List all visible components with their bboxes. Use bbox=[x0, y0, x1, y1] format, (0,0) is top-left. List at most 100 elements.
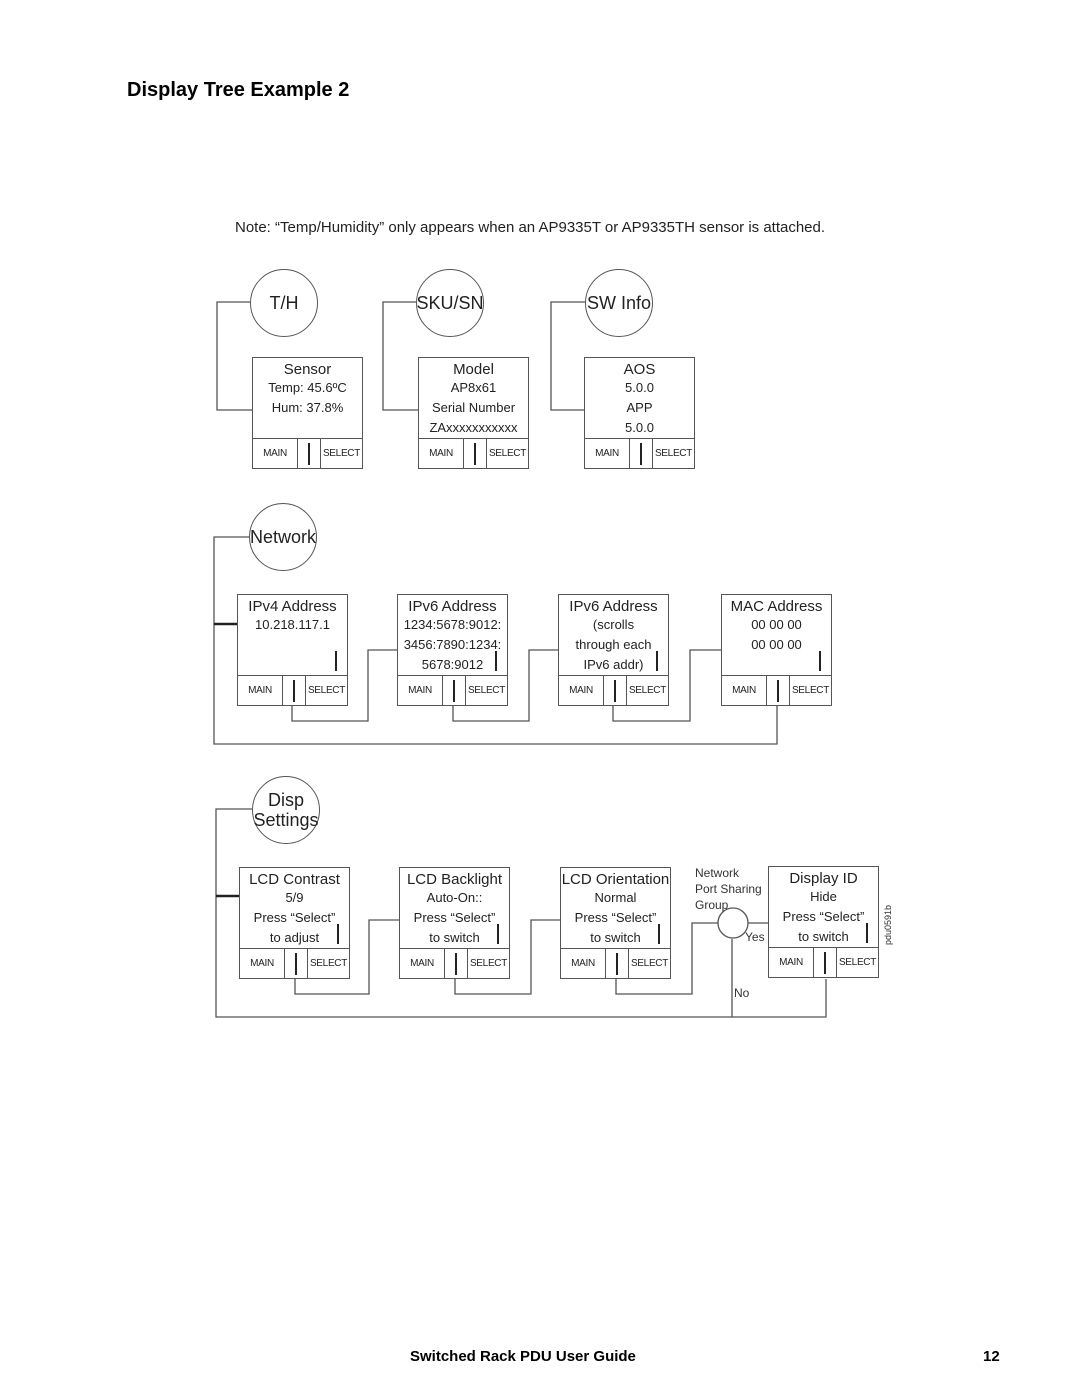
select-button[interactable]: SELECT bbox=[629, 949, 670, 978]
screen-buttons: MAIN SELECT bbox=[240, 948, 349, 978]
connector-th bbox=[216, 301, 252, 411]
decision-label: Network Port Sharing Group bbox=[695, 866, 762, 912]
main-button[interactable]: MAIN bbox=[253, 439, 298, 468]
node-sw-info: SW Info bbox=[585, 269, 653, 337]
screen-title: LCD Orientation bbox=[561, 871, 670, 888]
screen-backlight: LCD Backlight Auto-On:: Press “Select” to s… bbox=[399, 867, 510, 979]
scroll-button[interactable] bbox=[604, 676, 627, 705]
screen-buttons: MAIN SELECT bbox=[398, 675, 507, 705]
select-button[interactable]: SELECT bbox=[790, 676, 831, 705]
scroll-button[interactable] bbox=[767, 676, 790, 705]
screen-buttons: MAIN SELECT bbox=[561, 948, 670, 978]
select-button[interactable]: SELECT bbox=[321, 439, 362, 468]
screen-buttons: MAIN SELECT bbox=[559, 675, 668, 705]
select-button[interactable]: SELECT bbox=[306, 676, 347, 705]
screen-line: 00 00 00 bbox=[751, 637, 802, 652]
connector-sku bbox=[382, 301, 418, 411]
cursor-bar-icon bbox=[335, 651, 337, 671]
screen-title: IPv6 Address bbox=[408, 598, 497, 615]
node-disp-settings: Disp Settings bbox=[252, 776, 320, 844]
screen-line: 10.218.117.1 bbox=[255, 617, 330, 632]
screen-line: APP bbox=[626, 400, 653, 415]
figure-code: pdu0591b bbox=[883, 904, 893, 945]
screen-buttons: MAIN SELECT bbox=[238, 675, 347, 705]
screen-line: Temp: 45.6ºC bbox=[268, 380, 347, 395]
screen-display: LCD Backlight Auto-On:: Press “Select” to s… bbox=[400, 868, 509, 950]
screen-title: LCD Backlight bbox=[406, 871, 503, 888]
select-button[interactable]: SELECT bbox=[653, 439, 694, 468]
scroll-button[interactable] bbox=[445, 949, 468, 978]
scroll-button[interactable] bbox=[630, 439, 653, 468]
screen-display: AOS 5.0.0 APP 5.0.0 bbox=[585, 358, 694, 440]
select-button[interactable]: SELECT bbox=[487, 439, 528, 468]
main-button[interactable]: MAIN bbox=[585, 439, 630, 468]
screen-line: to switch bbox=[590, 930, 641, 945]
main-button[interactable]: MAIN bbox=[238, 676, 283, 705]
screen-aos: AOS 5.0.0 APP 5.0.0 MAIN SELECT bbox=[584, 357, 695, 469]
screen-line: Hide bbox=[810, 889, 837, 904]
connector-sw bbox=[550, 301, 586, 411]
screen-title: Model bbox=[453, 361, 494, 378]
screen-ipv6a: IPv6 Address 1234:5678:9012: 3456:7890:123… bbox=[397, 594, 508, 706]
screen-line: Serial Number bbox=[431, 400, 516, 415]
scroll-button[interactable] bbox=[606, 949, 629, 978]
main-button[interactable]: MAIN bbox=[722, 676, 767, 705]
screen-sensor: Sensor Temp: 45.6ºC Hum: 37.8% MAIN SELECT bbox=[252, 357, 363, 469]
screen-display: Sensor Temp: 45.6ºC Hum: 37.8% bbox=[253, 358, 362, 440]
screen-line: Press “Select” bbox=[782, 909, 865, 924]
screen-display: LCD Orientation Normal Press “Select” to sw… bbox=[561, 868, 670, 950]
scroll-button[interactable] bbox=[285, 949, 308, 978]
screen-line: to switch bbox=[798, 929, 849, 944]
cursor-bar-icon bbox=[337, 924, 339, 944]
main-button[interactable]: MAIN bbox=[559, 676, 604, 705]
select-button[interactable]: SELECT bbox=[308, 949, 349, 978]
scroll-button[interactable] bbox=[298, 439, 321, 468]
cursor-bar-icon bbox=[866, 923, 868, 943]
screen-line: (scrolls bbox=[592, 617, 635, 632]
screen-ipv4: IPv4 Address 10.218.117.1 MAIN SELECT bbox=[237, 594, 348, 706]
main-button[interactable]: MAIN bbox=[398, 676, 443, 705]
node-temp-humidity: T/H bbox=[250, 269, 318, 337]
screen-line: to adjust bbox=[269, 930, 320, 945]
screen-display: IPv4 Address 10.218.117.1 bbox=[238, 595, 347, 677]
screen-title: IPv6 Address bbox=[569, 598, 658, 615]
scroll-button[interactable] bbox=[283, 676, 306, 705]
main-button[interactable]: MAIN bbox=[240, 949, 285, 978]
cursor-bar-icon bbox=[497, 924, 499, 944]
screen-mac: MAC Address 00 00 00 00 00 00 MAIN SELECT bbox=[721, 594, 832, 706]
screen-displayid: Display ID Hide Press “Select” to switch MAI… bbox=[768, 866, 879, 978]
screen-line: Auto-On:: bbox=[426, 890, 483, 905]
screen-display: IPv6 Address (scrolls through each IPv6 add… bbox=[559, 595, 668, 677]
screen-buttons: MAIN SELECT bbox=[400, 948, 509, 978]
screen-line: Press “Select” bbox=[253, 910, 336, 925]
scroll-button[interactable] bbox=[814, 948, 837, 977]
screen-buttons: MAIN SELECT bbox=[585, 438, 694, 468]
screen-line: ZAxxxxxxxxxxx bbox=[429, 420, 518, 435]
node-sku-sn: SKU/SN bbox=[416, 269, 484, 337]
screen-buttons: MAIN SELECT bbox=[769, 947, 878, 977]
screen-line: 3456:7890:1234: bbox=[403, 637, 502, 652]
main-button[interactable]: MAIN bbox=[769, 948, 814, 977]
select-button[interactable]: SELECT bbox=[466, 676, 507, 705]
screen-line: to switch bbox=[429, 930, 480, 945]
screen-title: Sensor bbox=[283, 361, 332, 378]
screen-display: Model AP8x61 Serial Number ZAxxxxxxxxxxx bbox=[419, 358, 528, 440]
screen-display: LCD Contrast 5/9 Press “Select” to adjust bbox=[240, 868, 349, 950]
footer-title: Switched Rack PDU User Guide bbox=[410, 1348, 636, 1365]
select-button[interactable]: SELECT bbox=[837, 948, 878, 977]
main-button[interactable]: MAIN bbox=[419, 439, 464, 468]
screen-line: 1234:5678:9012: bbox=[403, 617, 502, 632]
screen-title: AOS bbox=[623, 361, 656, 378]
screen-line: IPv6 addr) bbox=[583, 657, 644, 672]
main-button[interactable]: MAIN bbox=[400, 949, 445, 978]
scroll-button[interactable] bbox=[443, 676, 466, 705]
screen-line: Press “Select” bbox=[574, 910, 657, 925]
screen-display: Display ID Hide Press “Select” to switch bbox=[769, 867, 878, 949]
node-network: Network bbox=[249, 503, 317, 571]
main-button[interactable]: MAIN bbox=[561, 949, 606, 978]
scroll-button[interactable] bbox=[464, 439, 487, 468]
screen-line: AP8x61 bbox=[450, 380, 497, 395]
select-button[interactable]: SELECT bbox=[468, 949, 509, 978]
select-button[interactable]: SELECT bbox=[627, 676, 668, 705]
screen-ipv6b: IPv6 Address (scrolls through each IPv6 add… bbox=[558, 594, 669, 706]
